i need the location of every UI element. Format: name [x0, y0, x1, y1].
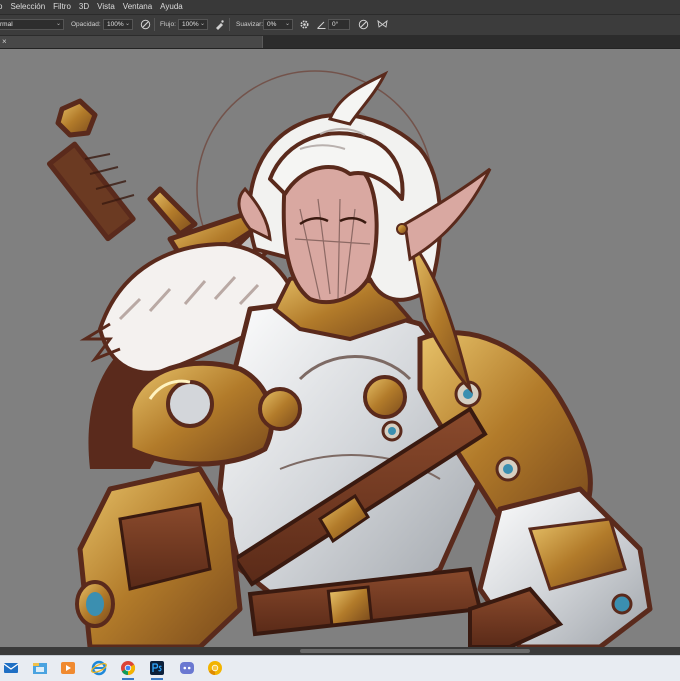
file-explorer-icon[interactable] [31, 659, 49, 677]
separator [229, 18, 230, 31]
menu-item-3d[interactable]: 3D [75, 0, 93, 14]
chevron-down-icon: ⌄ [284, 21, 290, 27]
horizontal-scrollbar[interactable] [0, 647, 680, 655]
menu-item-filter[interactable]: Filtro [49, 0, 75, 14]
pressure-opacity-icon[interactable] [140, 19, 151, 30]
gear-icon[interactable] [299, 19, 310, 30]
photoshop-icon[interactable] [148, 659, 166, 680]
menu-bar: o Selección Filtro 3D Vista Ventana Ayud… [0, 0, 680, 14]
artwork-illustration [46, 70, 653, 647]
options-bar: rmal ⌄ Opacidad: 100% ⌄ Flujo: 100% ⌄ Su… [0, 14, 680, 36]
airbrush-icon[interactable] [214, 19, 225, 30]
menu-item-view[interactable]: Vista [93, 0, 119, 14]
angle-icon [316, 19, 327, 30]
media-player-icon[interactable] [59, 659, 77, 677]
flow-field[interactable]: 100% ⌄ [178, 19, 208, 30]
blend-mode-dropdown[interactable]: rmal ⌄ [0, 19, 64, 30]
opacity-field[interactable]: 100% ⌄ [103, 19, 133, 30]
smoothing-label: Suavizar: [236, 21, 264, 28]
chevron-down-icon: ⌄ [55, 21, 61, 27]
document-tab-bar: × [0, 35, 680, 49]
menu-item-selection[interactable]: Selección [6, 0, 49, 14]
opacity-value: 100% [107, 21, 124, 28]
chevron-down-icon: ⌄ [199, 21, 205, 27]
separator [154, 18, 155, 31]
smoothing-value: 0% [267, 21, 277, 28]
blend-mode-value: rmal [0, 21, 13, 28]
butterfly-symmetry-icon[interactable] [377, 19, 388, 30]
chrome-canary-icon[interactable] [206, 659, 224, 677]
menu-item-window[interactable]: Ventana [119, 0, 156, 14]
internet-explorer-icon[interactable] [90, 659, 108, 677]
flow-label: Flujo: [160, 21, 176, 28]
pressure-size-icon[interactable] [358, 19, 369, 30]
canvas[interactable] [0, 49, 680, 647]
mail-icon[interactable] [2, 659, 20, 677]
chevron-down-icon: ⌄ [124, 21, 130, 27]
close-icon[interactable]: × [2, 36, 7, 48]
brush-angle-value: 0° [332, 21, 339, 28]
opacity-label: Opacidad: [71, 21, 101, 28]
discord-icon[interactable] [178, 659, 196, 677]
chrome-icon[interactable] [119, 659, 137, 680]
smoothing-field[interactable]: 0% ⌄ [263, 19, 293, 30]
document-tab[interactable]: × [0, 36, 263, 48]
scrollbar-thumb[interactable] [300, 649, 530, 653]
brush-angle-field[interactable]: 0° [328, 19, 350, 30]
flow-value: 100% [182, 21, 199, 28]
windows-taskbar [0, 655, 680, 681]
menu-item-help[interactable]: Ayuda [156, 0, 187, 14]
